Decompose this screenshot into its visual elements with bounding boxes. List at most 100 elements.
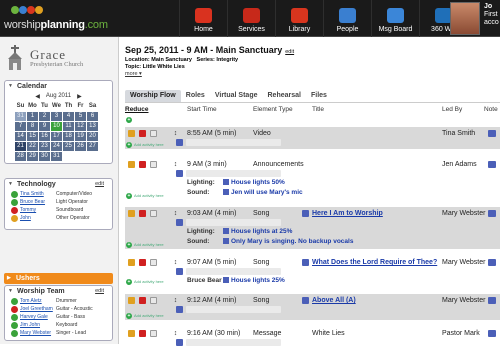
sub-value[interactable]: House lights at 25% [223, 228, 292, 235]
nav-msg-board[interactable]: Msg Board [371, 0, 419, 37]
calendar-day[interactable]: 25 [62, 140, 75, 152]
calendar-day[interactable]: 4 [62, 110, 75, 122]
calendar-header[interactable]: Calendar [5, 81, 112, 92]
calendar-day[interactable]: 20 [86, 130, 99, 142]
delete-x-icon[interactable] [139, 297, 146, 304]
page-icon[interactable] [150, 330, 157, 337]
delete-x-icon[interactable] [139, 210, 146, 217]
notes-icon[interactable] [176, 306, 183, 313]
notes-icon[interactable] [488, 210, 496, 217]
nav-home[interactable]: Home [179, 0, 227, 37]
calendar-day[interactable]: 16 [38, 130, 51, 142]
add-activity-icon[interactable]: + [126, 313, 132, 319]
delete-x-icon[interactable] [139, 259, 146, 266]
add-activity-label[interactable]: Add activity here [134, 242, 164, 247]
more-link[interactable]: more ▾ [125, 71, 142, 77]
service-edit-link[interactable]: edit [285, 49, 294, 55]
calendar-day[interactable]: 1 [26, 110, 39, 122]
add-activity-label[interactable]: Add activity here [134, 193, 164, 198]
add-activity-label[interactable]: Add activity here [134, 142, 164, 147]
user-info[interactable]: Jo First acco [484, 3, 499, 27]
page-icon[interactable] [150, 259, 157, 266]
calendar-day[interactable]: 12 [74, 120, 87, 132]
prev-month-button[interactable]: ◀ [35, 93, 40, 100]
notes-icon[interactable] [176, 170, 183, 177]
member-name[interactable]: John [18, 214, 56, 222]
calendar-day[interactable]: 17 [50, 130, 63, 142]
member-name[interactable]: Harvey Gale [18, 313, 56, 321]
calendar-day[interactable]: 26 [74, 140, 87, 152]
notes-icon[interactable] [488, 259, 496, 266]
edit-pencil-icon[interactable] [128, 297, 135, 304]
calendar-day[interactable]: 10 [50, 120, 63, 132]
technology-header[interactable]: Technologyedit [5, 179, 112, 190]
member-name[interactable]: Tommy [18, 206, 56, 214]
tab-roles[interactable]: Roles [181, 90, 210, 102]
add-activity-icon[interactable]: + [126, 193, 132, 199]
add-note-field[interactable] [186, 219, 281, 226]
element-title[interactable]: What Does the Lord Require of Thee? [312, 259, 437, 266]
element-title[interactable]: Here I Am to Worship [312, 210, 383, 217]
delete-x-icon[interactable] [139, 130, 146, 137]
add-note-field[interactable] [186, 339, 281, 346]
calendar-day[interactable]: 2 [38, 110, 51, 122]
calendar-day[interactable]: 14 [14, 130, 27, 142]
calendar-day[interactable]: 19 [74, 130, 87, 142]
calendar-day[interactable]: 30 [38, 150, 51, 162]
member-name[interactable]: Tom Aletz [18, 297, 56, 305]
add-note-field[interactable] [186, 170, 281, 177]
edit-pencil-icon[interactable] [128, 330, 135, 337]
reduce-toggle[interactable]: Reduce [125, 106, 148, 113]
move-arrows-icon[interactable]: ↕ [172, 161, 179, 168]
technology-edit-link[interactable]: edit [95, 179, 104, 190]
move-arrows-icon[interactable]: ↕ [172, 130, 179, 137]
add-note-field[interactable] [186, 139, 281, 146]
sub-value[interactable]: Jen will use Mary's mic [223, 189, 303, 196]
edit-pencil-icon[interactable] [128, 161, 135, 168]
notes-icon[interactable] [488, 161, 496, 168]
calendar-day[interactable]: 5 [74, 110, 87, 122]
tab-rehearsal[interactable]: Rehearsal [263, 90, 306, 102]
calendar-day[interactable]: 28 [14, 150, 27, 162]
calendar-day[interactable]: 9 [38, 120, 51, 132]
add-activity-icon[interactable]: + [126, 117, 132, 123]
calendar-day[interactable]: 18 [62, 130, 75, 142]
add-note-field[interactable] [186, 268, 281, 275]
calendar-day[interactable]: 3 [50, 110, 63, 122]
member-name[interactable]: Tina Smith [18, 190, 56, 198]
member-name[interactable]: Bruce Bear [18, 198, 56, 206]
sub-value[interactable]: House lights 25% [223, 277, 285, 284]
member-name[interactable]: Joel Greetham [18, 305, 56, 313]
sub-value[interactable]: Only Mary is singing. No backup vocals [223, 238, 353, 245]
edit-pencil-icon[interactable] [128, 259, 135, 266]
sub-value[interactable]: House lights 50% [223, 179, 285, 186]
add-activity-icon[interactable]: + [126, 142, 132, 148]
calendar-day[interactable]: 24 [50, 140, 63, 152]
calendar-day[interactable]: 22 [26, 140, 39, 152]
calendar-day[interactable]: 15 [26, 130, 39, 142]
next-month-button[interactable]: ▶ [77, 93, 82, 100]
edit-pencil-icon[interactable] [128, 130, 135, 137]
page-icon[interactable] [150, 297, 157, 304]
nav-services[interactable]: Services [227, 0, 275, 37]
calendar-day[interactable]: 13 [86, 120, 99, 132]
move-arrows-icon[interactable]: ↕ [172, 330, 179, 337]
calendar-day[interactable]: 27 [86, 140, 99, 152]
notes-icon[interactable] [176, 339, 183, 346]
page-icon[interactable] [150, 210, 157, 217]
notes-icon[interactable] [488, 130, 496, 137]
notes-icon[interactable] [176, 139, 183, 146]
delete-x-icon[interactable] [139, 161, 146, 168]
member-name[interactable]: Mary Webster [18, 329, 56, 337]
ushers-panel[interactable]: Ushers [4, 273, 113, 284]
calendar-day[interactable]: 21 [14, 140, 27, 152]
tab-files[interactable]: Files [306, 90, 332, 102]
notes-icon[interactable] [176, 219, 183, 226]
add-activity-icon[interactable]: + [126, 242, 132, 248]
calendar-day[interactable]: 29 [26, 150, 39, 162]
page-icon[interactable] [150, 130, 157, 137]
notes-icon[interactable] [488, 330, 496, 337]
add-note-field[interactable] [186, 306, 281, 313]
delete-x-icon[interactable] [139, 330, 146, 337]
add-activity-icon[interactable]: + [126, 279, 132, 285]
